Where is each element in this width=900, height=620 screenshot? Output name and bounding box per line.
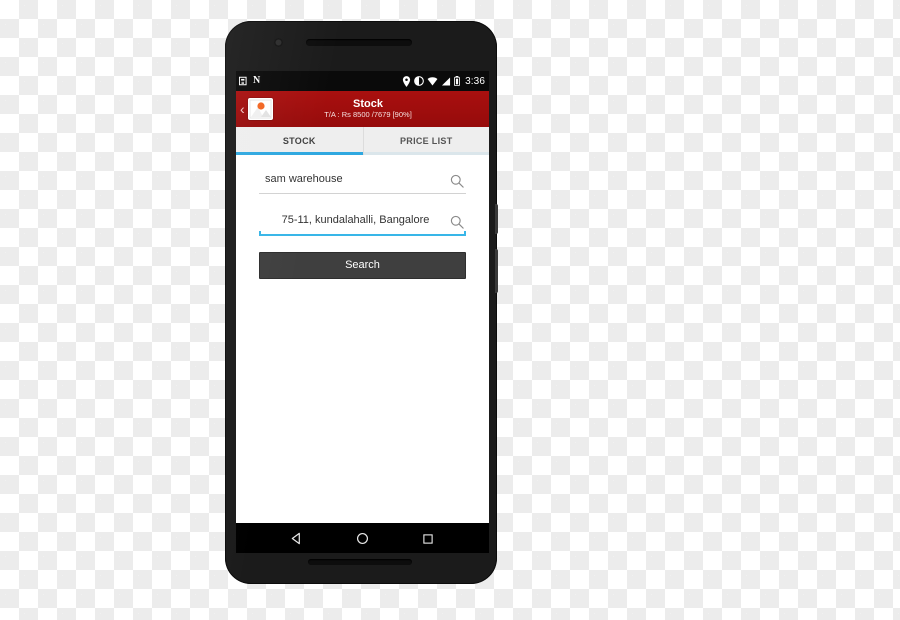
bottom-speaker <box>308 559 412 565</box>
status-bar-left-icons: N <box>239 76 260 86</box>
photo-icon[interactable] <box>248 98 273 120</box>
search-icon[interactable] <box>448 213 466 231</box>
recents-key-icon[interactable] <box>415 526 441 552</box>
front-camera-icon <box>274 38 283 47</box>
status-bar: N 3:36 <box>236 71 489 91</box>
navigation-bar <box>236 523 489 553</box>
warehouse-input[interactable]: sam warehouse <box>259 169 448 191</box>
wifi-icon <box>427 76 438 86</box>
status-bar-clock: 3:36 <box>465 75 485 87</box>
phone-device: N 3:36 ‹ Stock T/A: Rs 8500 /7679 [90%]… <box>225 21 498 584</box>
volume-button[interactable] <box>495 249 498 293</box>
tab-stock[interactable]: STOCK <box>236 127 363 155</box>
tab-stock-underline <box>236 152 363 155</box>
search-icon[interactable] <box>448 172 466 190</box>
app-bar: ‹ Stock T/A : Rs 8500 /7679 [90%] <box>236 91 489 127</box>
address-field-row[interactable]: 75-11, kundalahalli, Bangalore <box>259 210 466 236</box>
screenshot-icon <box>239 76 249 86</box>
battery-icon <box>454 76 460 86</box>
earpiece-speaker <box>306 39 412 46</box>
tab-price-list[interactable]: PRICE LIST <box>362 127 489 155</box>
address-input[interactable]: 75-11, kundalahalli, Bangalore <box>259 210 448 232</box>
status-bar-right-icons: 3:36 <box>402 76 485 87</box>
location-icon <box>402 75 411 87</box>
tab-price-list-underline <box>363 152 489 155</box>
app-bar-titles: Stock T/A : Rs 8500 /7679 [90%] <box>273 97 489 120</box>
phone-screen: N 3:36 ‹ Stock T/A: Rs 8500 /7679 [90%]… <box>236 71 489 553</box>
tab-stock-label: STOCK <box>282 135 316 146</box>
do-not-disturb-icon <box>414 76 424 86</box>
power-button[interactable] <box>495 204 498 234</box>
warehouse-field-row[interactable]: sam warehouse <box>259 169 466 194</box>
app-bar-subtitle: T/A : Rs 8500 /7679 [90%] <box>324 110 412 120</box>
tab-bar: STOCK PRICE LIST <box>236 127 489 155</box>
nfc-icon: N <box>253 75 261 86</box>
tab-price-list-label: PRICE LIST <box>399 135 453 146</box>
search-button[interactable]: Search <box>259 252 466 279</box>
back-chevron-icon[interactable]: ‹ <box>240 102 247 116</box>
signal-icon <box>441 76 451 86</box>
home-key-icon[interactable] <box>349 526 375 552</box>
search-form: sam warehouse 75-11, kundalahalli, Banga… <box>236 155 489 523</box>
back-key-icon[interactable] <box>284 526 310 552</box>
page-title: Stock <box>353 97 383 110</box>
